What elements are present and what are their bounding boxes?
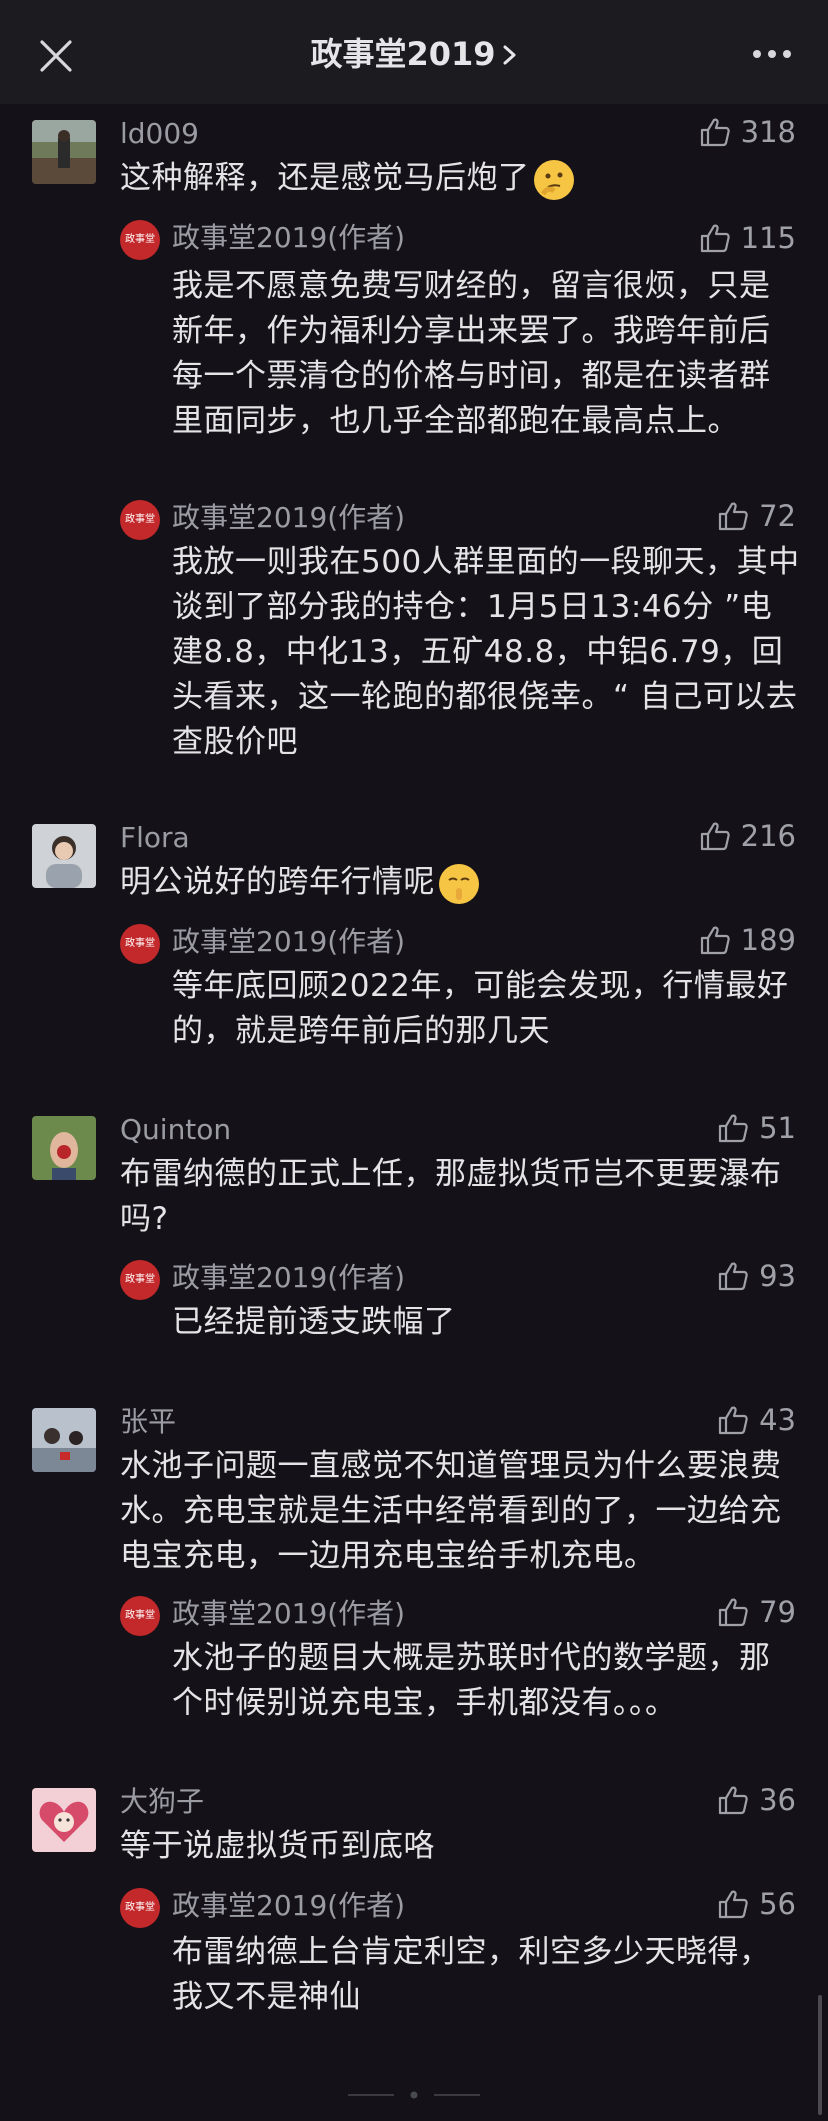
comment-text: 水池子问题一直感觉不知道管理员为什么要浪费水。充电宝就是生活中经常看到的了，一边… <box>120 1448 782 1574</box>
author-avatar[interactable]: 政事堂 <box>120 1260 160 1300</box>
thumbs-up-icon <box>718 1598 748 1627</box>
author-avatar[interactable]: 政事堂 <box>120 1596 160 1636</box>
reply-username[interactable]: 政事堂2019(作者) <box>172 1596 405 1632</box>
loading-indicator <box>348 2084 480 2099</box>
avatar[interactable] <box>32 824 96 888</box>
comment-text: 等于说虚拟货币到底咯 <box>120 1828 435 1864</box>
author-avatar[interactable]: 政事堂 <box>120 1888 160 1928</box>
author-avatar-text: 政事堂 <box>125 1610 155 1621</box>
reply-username[interactable]: 政事堂2019(作者) <box>172 220 405 256</box>
thumbs-up-icon <box>718 1890 748 1919</box>
chevron-right-icon[interactable] <box>502 34 518 78</box>
avatar[interactable] <box>32 1788 96 1852</box>
like-count: 43 <box>759 1403 796 1437</box>
reply-username[interactable]: 政事堂2019(作者) <box>172 1888 405 1924</box>
comment-username[interactable]: 大狗子 <box>120 1784 204 1820</box>
author-avatar-text: 政事堂 <box>125 938 155 949</box>
author-avatar-text: 政事堂 <box>125 514 155 525</box>
avatar[interactable] <box>32 1408 96 1472</box>
thumbs-up-icon <box>718 1114 748 1143</box>
title-area: 政事堂2019 <box>0 32 828 78</box>
author-avatar-text: 政事堂 <box>125 1274 155 1285</box>
comment-text: 明公说好的跨年行情呢 <box>120 860 800 905</box>
author-avatar[interactable]: 政事堂 <box>120 500 160 540</box>
comment-username[interactable]: ld009 <box>120 116 199 152</box>
like-count: 51 <box>759 1111 796 1145</box>
shushing-face-emoji <box>439 863 479 904</box>
comment-username[interactable]: 张平 <box>120 1404 176 1440</box>
like-button[interactable]: 189 <box>699 922 796 958</box>
author-avatar[interactable]: 政事堂 <box>120 924 160 964</box>
top-bar: 政事堂2019 <box>0 0 828 104</box>
reply-username[interactable]: 政事堂2019(作者) <box>172 500 405 536</box>
thumbs-up-icon <box>718 1262 748 1291</box>
avatar[interactable] <box>32 1116 96 1180</box>
thinking-face-emoji <box>533 159 574 200</box>
like-count: 318 <box>740 115 796 149</box>
reply-username[interactable]: 政事堂2019(作者) <box>172 924 405 960</box>
comment-text-content: 这种解释，还是感觉马后炮了 <box>120 160 530 196</box>
like-button[interactable]: 51 <box>717 1110 796 1146</box>
like-button[interactable]: 93 <box>717 1258 796 1294</box>
avatar[interactable] <box>32 120 96 184</box>
comment-username[interactable]: Flora <box>120 820 190 856</box>
like-button[interactable]: 43 <box>717 1402 796 1438</box>
reply-text: 等年底回顾2022年，可能会发现，行情最好的，就是跨年前后的那几天 <box>172 968 789 1049</box>
like-button[interactable]: 72 <box>717 498 796 534</box>
like-count: 216 <box>740 819 796 853</box>
reply-username[interactable]: 政事堂2019(作者) <box>172 1260 405 1296</box>
reply-text: 我放一则我在500人群里面的一段聊天，其中谈到了部分我的持仓：1月5日13:46… <box>172 544 800 760</box>
like-button[interactable]: 56 <box>717 1886 796 1922</box>
like-button[interactable]: 79 <box>717 1594 796 1630</box>
comment-text: 这种解释，还是感觉马后炮了 <box>120 156 800 201</box>
more-icon[interactable] <box>752 42 792 66</box>
comment-username[interactable]: Quinton <box>120 1112 231 1148</box>
like-button[interactable]: 115 <box>699 220 796 256</box>
reply-text: 布雷纳德上台肯定利空，利空多少天晓得，我又不是神仙 <box>172 1934 771 2015</box>
thumbs-up-icon <box>718 502 748 531</box>
author-avatar-text: 政事堂 <box>125 234 155 245</box>
author-avatar-text: 政事堂 <box>125 1902 155 1913</box>
scrollbar[interactable] <box>818 1995 822 2115</box>
reply-text: 已经提前透支跌幅了 <box>172 1304 456 1340</box>
thumbs-up-icon <box>700 822 730 851</box>
thumbs-up-icon <box>700 224 730 253</box>
reply-text: 我是不愿意免费写财经的，留言很烦，只是新年，作为福利分享出来罢了。我跨年前后每一… <box>172 268 771 439</box>
comment-text: 布雷纳德的正式上任，那虚拟货币岂不更要瀑布吗? <box>120 1156 782 1237</box>
like-count: 36 <box>759 1783 796 1817</box>
thumbs-up-icon <box>718 1406 748 1435</box>
thumbs-up-icon <box>718 1786 748 1815</box>
like-count: 93 <box>759 1259 796 1293</box>
like-count: 79 <box>759 1595 796 1629</box>
thumbs-up-icon <box>700 926 730 955</box>
like-count: 56 <box>759 1887 796 1921</box>
like-button[interactable]: 36 <box>717 1782 796 1818</box>
like-button[interactable]: 318 <box>699 114 796 150</box>
like-count: 72 <box>759 499 796 533</box>
like-count: 189 <box>740 923 796 957</box>
author-avatar[interactable]: 政事堂 <box>120 220 160 260</box>
comment-text-content: 明公说好的跨年行情呢 <box>120 864 435 900</box>
thumbs-up-icon <box>700 118 730 147</box>
like-count: 115 <box>740 221 796 255</box>
like-button[interactable]: 216 <box>699 818 796 854</box>
account-title[interactable]: 政事堂2019 <box>310 35 495 73</box>
reply-text: 水池子的题目大概是苏联时代的数学题，那个时候别说充电宝，手机都没有。。。 <box>172 1640 771 1721</box>
